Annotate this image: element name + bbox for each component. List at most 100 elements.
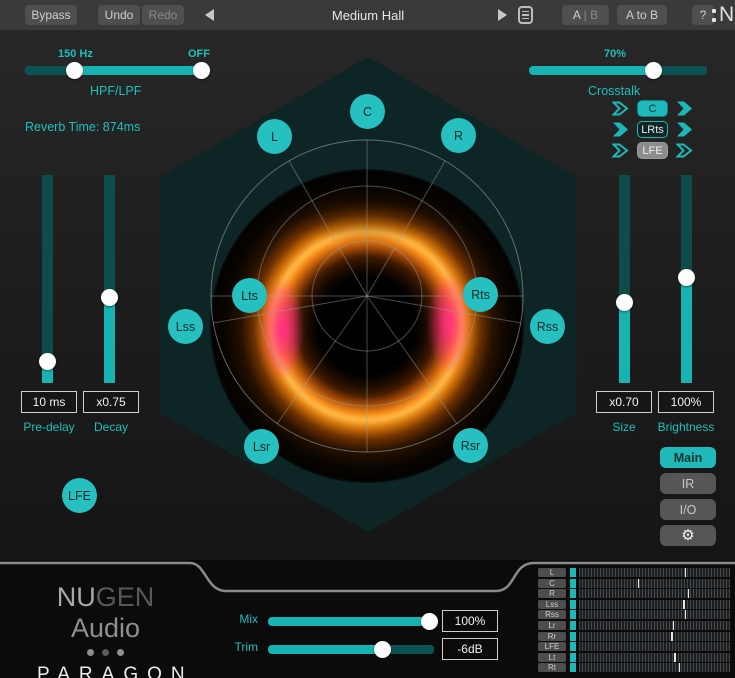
meter-channel-label: Lss xyxy=(538,600,566,609)
meter-row-r: R xyxy=(538,589,730,598)
previous-preset-icon[interactable] xyxy=(205,9,214,21)
brightness-label: Brightness xyxy=(650,420,722,434)
meter-channel-label: C xyxy=(538,579,566,588)
preset-list-icon[interactable] xyxy=(518,6,533,24)
meter-channel-label: Rt xyxy=(538,663,566,672)
bypass-button[interactable]: Bypass xyxy=(25,5,77,25)
meter-segments xyxy=(579,621,730,630)
paragon-plugin-window: Bypass Undo Redo Medium Hall A | B A to … xyxy=(0,0,735,678)
predelay-label: Pre-delay xyxy=(21,420,77,434)
trim-value[interactable]: -6dB xyxy=(442,638,498,660)
meter-peak-marker xyxy=(688,589,690,598)
a-to-b-button[interactable]: A to B xyxy=(617,5,667,25)
meter-peak-marker xyxy=(679,663,681,672)
predelay-slider[interactable] xyxy=(42,175,53,383)
meter-level-block xyxy=(570,642,576,651)
trim-slider[interactable] xyxy=(268,645,434,654)
size-handle[interactable] xyxy=(616,294,633,311)
brightness-value[interactable]: 100% xyxy=(658,391,714,413)
routing-row-c: C xyxy=(612,100,693,117)
redo-button[interactable]: Redo xyxy=(142,5,184,25)
meter-segments xyxy=(579,632,730,641)
product-name: PARAGON xyxy=(28,664,183,678)
meter-row-l: L xyxy=(538,568,730,577)
trim-label: Trim xyxy=(228,640,258,654)
ab-compare-button[interactable]: A | B xyxy=(562,5,609,25)
meter-peak-marker xyxy=(674,653,676,662)
routing-row-lfe: LFE xyxy=(612,142,693,159)
routing-button-lrts[interactable]: LRts xyxy=(637,121,668,138)
settings-button[interactable]: ⚙ xyxy=(660,525,716,546)
meter-channel-label: L xyxy=(538,568,566,577)
speaker-node-rsr[interactable]: Rsr xyxy=(453,428,488,463)
meter-channel-label: Rr xyxy=(538,632,566,641)
meter-level-block xyxy=(570,579,576,588)
meter-level-block xyxy=(570,589,576,598)
meter-level-block xyxy=(570,653,576,662)
tab-io[interactable]: I/O xyxy=(660,499,716,520)
meter-row-lfe: LFE xyxy=(538,642,730,651)
meter-row-lss: Lss xyxy=(538,600,730,609)
mix-value[interactable]: 100% xyxy=(442,610,498,632)
brightness-slider[interactable] xyxy=(681,175,692,383)
decay-handle[interactable] xyxy=(101,289,118,306)
routing-button-lfe[interactable]: LFE xyxy=(637,142,668,159)
routing-button-c[interactable]: C xyxy=(637,100,668,117)
brand-name: NUGEN Audio xyxy=(28,582,183,644)
trim-handle[interactable] xyxy=(374,641,391,658)
route-in-chevron-icon[interactable] xyxy=(612,143,629,158)
brand-dots-icon xyxy=(28,649,183,656)
meter-row-lr: Lr xyxy=(538,621,730,630)
brand-block: NUGEN Audio PARAGON xyxy=(28,582,183,678)
reverb-time-readout: Reverb Time: 874ms xyxy=(25,120,140,134)
meter-level-block xyxy=(570,621,576,630)
speaker-node-r[interactable]: R xyxy=(441,118,476,153)
size-slider[interactable] xyxy=(619,175,630,383)
decay-slider[interactable] xyxy=(104,175,115,383)
meter-channel-label: Lr xyxy=(538,621,566,630)
speaker-node-rss[interactable]: Rss xyxy=(530,309,565,344)
hpf-handle[interactable] xyxy=(66,62,83,79)
help-button[interactable]: ? xyxy=(692,5,714,25)
brightness-handle[interactable] xyxy=(678,269,695,286)
decay-label: Decay xyxy=(83,420,139,434)
route-out-chevron-icon[interactable] xyxy=(676,122,693,137)
meter-segments xyxy=(579,579,730,588)
undo-button[interactable]: Undo xyxy=(98,5,140,25)
speaker-node-lsr[interactable]: Lsr xyxy=(244,429,279,464)
meter-row-rt: Rt xyxy=(538,663,730,672)
meter-segments xyxy=(579,610,730,619)
tab-main[interactable]: Main xyxy=(660,447,716,468)
meter-segments xyxy=(579,600,730,609)
lpf-handle[interactable] xyxy=(193,62,210,79)
next-preset-icon[interactable] xyxy=(498,9,507,21)
crosstalk-slider[interactable] xyxy=(529,66,707,75)
meter-segments xyxy=(579,589,730,598)
hpf-lpf-slider[interactable] xyxy=(25,66,210,75)
bottom-bar: NUGEN Audio PARAGON Mix 100% Trim -6dB L… xyxy=(0,560,735,678)
lfe-node[interactable]: LFE xyxy=(62,478,97,513)
meter-peak-marker xyxy=(685,568,687,577)
route-in-chevron-icon[interactable] xyxy=(612,122,629,137)
speaker-node-lts[interactable]: Lts xyxy=(232,278,267,313)
mix-handle[interactable] xyxy=(421,613,438,630)
predelay-handle[interactable] xyxy=(39,353,56,370)
speaker-node-l[interactable]: L xyxy=(257,119,292,154)
size-value[interactable]: x0.70 xyxy=(596,391,652,413)
speaker-node-lss[interactable]: Lss xyxy=(168,309,203,344)
tab-ir[interactable]: IR xyxy=(660,473,716,494)
meter-peak-marker xyxy=(683,600,685,609)
speaker-node-c[interactable]: C xyxy=(350,94,385,129)
mix-slider[interactable] xyxy=(268,617,434,626)
speaker-node-rts[interactable]: Rts xyxy=(463,277,498,312)
meter-level-block xyxy=(570,568,576,577)
decay-value[interactable]: x0.75 xyxy=(83,391,139,413)
route-in-chevron-icon[interactable] xyxy=(612,101,629,116)
route-out-chevron-icon[interactable] xyxy=(676,143,693,158)
crosstalk-handle[interactable] xyxy=(645,62,662,79)
lpf-value-label: OFF xyxy=(188,48,210,60)
hpf-value-label: 150 Hz xyxy=(58,48,93,60)
route-out-chevron-icon[interactable] xyxy=(676,101,693,116)
nugen-logo-icon: N xyxy=(712,4,734,26)
predelay-value[interactable]: 10 ms xyxy=(21,391,77,413)
